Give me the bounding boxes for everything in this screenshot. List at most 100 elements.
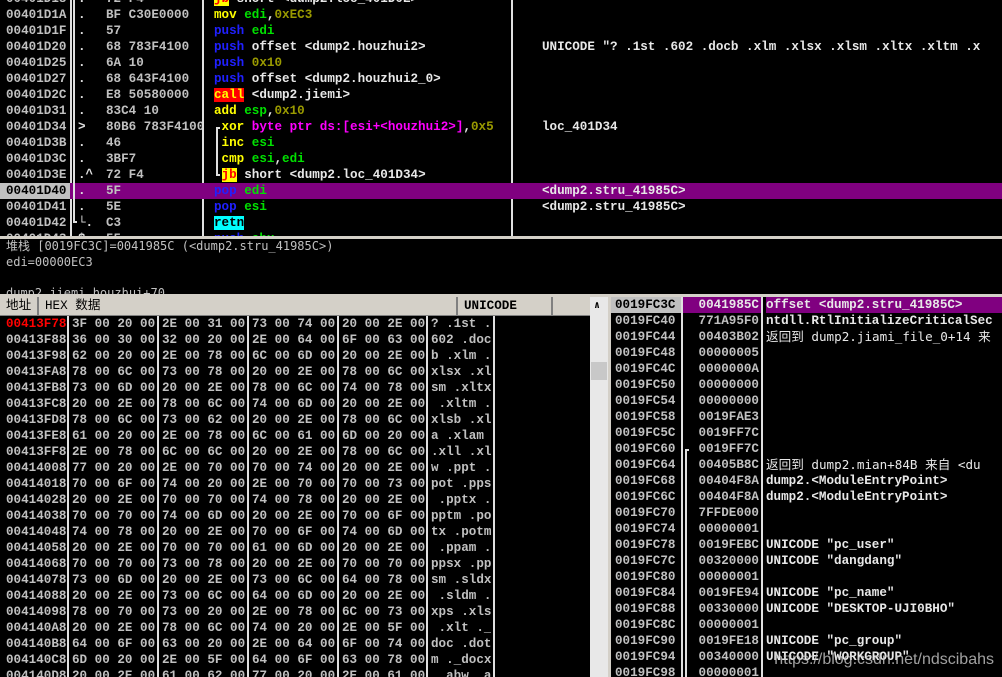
stack-row[interactable]: 0019FC5C 0019FF7C <box>611 425 1002 441</box>
disasm-row[interactable]: 00401D3E .^ 72 F4 jb short <dump2.loc_401D… <box>0 167 1002 183</box>
dump-row[interactable]: 00414008 77 00 20 00 2E 00 70 00 70 00 74 0… <box>0 460 590 476</box>
stack-value: 00320000 <box>698 554 759 568</box>
dump-row[interactable]: 00413FD8 78 00 6C 00 73 00 62 00 20 00 2E 0… <box>0 412 590 428</box>
disasm-row[interactable]: 00401D27. 68 643F4100 push offset <dump2.h… <box>0 71 1002 87</box>
dump-row[interactable]: 00413FE8 61 00 20 00 2E 00 78 00 6C 00 61 0… <box>0 428 590 444</box>
dump-row[interactable]: 00414048 74 00 78 00 20 00 2E 00 70 00 6F 0… <box>0 524 590 540</box>
dump-pane[interactable]: 地址 HEX 数据 UNICODE ∧ 00413F78 3F 00 20 00 2… <box>0 297 608 677</box>
disasm-row[interactable]: 00401D3C. 3BF7 cmp esi,edi <box>0 151 1002 167</box>
dump-row[interactable]: 00414018 70 00 6F 00 74 00 20 00 2E 00 70 0… <box>0 476 590 492</box>
column-header-hex[interactable]: HEX 数据 <box>39 297 458 316</box>
dump-row[interactable]: 00413F78 3F 00 20 00 2E 00 31 00 73 00 74 0… <box>0 316 590 332</box>
hex-group: 74 00 6D 00 <box>342 525 426 539</box>
dump-row[interactable]: 00414028 20 00 2E 00 70 00 70 00 74 00 78 0… <box>0 492 590 508</box>
column-header-address[interactable]: 地址 <box>0 297 39 316</box>
hex-group: 20 00 2E 00 <box>342 317 426 331</box>
hex-group: 70 00 70 00 <box>342 557 426 571</box>
dump-row[interactable]: 004140A8 20 00 2E 00 78 00 6C 00 74 00 20 0… <box>0 620 590 636</box>
stack-row[interactable]: 0019FC50 00000000 <box>611 377 1002 393</box>
dump-row[interactable]: 00414098 78 00 70 00 73 00 20 00 2E 00 78 0… <box>0 604 590 620</box>
stack-row[interactable]: 0019FC78 0019FEBC UNICODE "pc_user" <box>611 537 1002 553</box>
hex-group: 6F 00 74 00 <box>342 637 426 651</box>
stack-row[interactable]: 0019FC70 7FFDE000 <box>611 505 1002 521</box>
stack-row[interactable]: 0019FC68 00404F8A dump2.<ModuleEntryPoint> <box>611 473 1002 489</box>
stack-row[interactable]: 0019FC64 00405B8C 返回到 dump2.mian+84B 来自 <d… <box>611 457 1002 473</box>
jump-marker: . <box>78 88 86 102</box>
unicode-text: xps .xls <box>431 605 492 619</box>
disasm-row[interactable]: 00401D25. 6A 10 push 0x10 <box>0 55 1002 71</box>
info-line: 堆栈 [0019FC3C]=0041985C (<dump2.stru_4198… <box>6 239 334 253</box>
stack-frame-bracket-icon <box>685 449 689 677</box>
dump-row[interactable]: 00413FA8 78 00 6C 00 73 00 78 00 20 00 2E 0… <box>0 364 590 380</box>
column-header-unicode[interactable]: UNICODE <box>458 297 553 316</box>
stack-row[interactable]: 0019FC88 00330000 UNICODE "DESKTOP-UJI0BHO… <box>611 601 1002 617</box>
stack-row[interactable]: 0019FC80 00000001 <box>611 569 1002 585</box>
stack-row[interactable]: 0019FC44 00403B02 返回到 dump2.jiami_file_0+1… <box>611 329 1002 345</box>
dump-scrollbar[interactable]: ∧ <box>590 297 608 677</box>
scroll-up-arrow-icon[interactable]: ∧ <box>594 300 600 312</box>
disasm-row[interactable]: 00401D42 └. C3 retn <box>0 215 1002 231</box>
hex-group: 64 00 78 00 <box>342 573 426 587</box>
dump-row[interactable]: 004140D8 20 00 2E 00 61 00 62 00 77 00 20 0… <box>0 668 590 677</box>
dump-row[interactable]: 00414078 73 00 6D 00 20 00 2E 00 73 00 6C 0… <box>0 572 590 588</box>
dump-address: 00413FF8 <box>6 445 67 459</box>
hex-group: 20 00 2E 00 <box>342 493 426 507</box>
dump-row[interactable]: 00413FB8 73 00 6D 00 20 00 2E 00 78 00 6C 0… <box>0 380 590 396</box>
disasm-row[interactable]: 00401D40. 5F pop edi <dump2.stru_41985C> <box>0 183 1002 199</box>
stack-address: 0019FC74 <box>615 522 676 536</box>
disasm-row[interactable]: 00401D41. 5E pop esi <dump2.stru_41985C> <box>0 199 1002 215</box>
stack-row[interactable]: 0019FC58 0019FAE3 <box>611 409 1002 425</box>
dump-row[interactable]: 00414088 20 00 2E 00 73 00 6C 00 64 00 6D 0… <box>0 588 590 604</box>
dump-row[interactable]: 00414058 20 00 2E 00 70 00 70 00 61 00 6D 0… <box>0 540 590 556</box>
unicode-text: sm .sldx <box>431 573 492 587</box>
scrollbar-thumb[interactable] <box>591 362 607 380</box>
disasm-row[interactable]: 00401D31. 83C4 10 add esp,0x10 <box>0 103 1002 119</box>
hex-group: 70 00 70 00 <box>162 493 246 507</box>
stack-row[interactable]: 0019FC6C 00404F8A dump2.<ModuleEntryPoint> <box>611 489 1002 505</box>
hex-group: 32 00 20 00 <box>162 333 246 347</box>
stack-row[interactable]: 0019FC4C 0000000A <box>611 361 1002 377</box>
disasm-row[interactable]: 00401D3B. 46 inc esi <box>0 135 1002 151</box>
instruction-comment: <dump2.stru_41985C> <box>542 184 686 198</box>
disasm-row[interactable]: 00401D2C. E8 50580000 call <dump2.jiemi> <box>0 87 1002 103</box>
dump-row[interactable]: 00413F98 62 00 20 00 2E 00 78 00 6C 00 6D 0… <box>0 348 590 364</box>
stack-row[interactable]: 0019FC3C 0041985C offset <dump2.stru_41985… <box>611 297 1002 313</box>
stack-row[interactable]: 0019FC90 0019FE18 UNICODE "pc_group" <box>611 633 1002 649</box>
disasm-row[interactable]: 00401D20. 68 783F4100 push offset <dump2.h… <box>0 39 1002 55</box>
stack-row[interactable]: 0019FC60 0019FF7C <box>611 441 1002 457</box>
dump-row[interactable]: 00413FF8 2E 00 78 00 6C 00 6C 00 20 00 2E 0… <box>0 444 590 460</box>
hex-group: 20 00 2E 00 <box>72 669 156 677</box>
stack-row[interactable]: 0019FC74 00000001 <box>611 521 1002 537</box>
dump-row[interactable]: 00413F88 36 00 30 00 32 00 20 00 2E 00 64 0… <box>0 332 590 348</box>
instruction-bytes: E8 50580000 <box>106 88 190 102</box>
instruction-token: 0x10 <box>244 56 283 70</box>
hex-group: 73 00 78 00 <box>162 557 246 571</box>
hex-group: 74 00 20 00 <box>162 477 246 491</box>
instruction-token: edi <box>282 152 305 166</box>
dump-row[interactable]: 00414038 70 00 70 00 74 00 6D 00 20 00 2E 0… <box>0 508 590 524</box>
instruction-address: 00401D2C <box>6 88 67 102</box>
stack-row[interactable]: 0019FC7C 00320000 UNICODE "dangdang" <box>611 553 1002 569</box>
stack-row[interactable]: 0019FC54 00000000 <box>611 393 1002 409</box>
dump-row[interactable]: 004140B8 64 00 6F 00 63 00 20 00 2E 00 64 0… <box>0 636 590 652</box>
hex-group: 70 00 70 00 <box>72 557 156 571</box>
disasm-row[interactable]: 00401D18 .^ 72 F4 jb short <dump2.loc_401D0… <box>0 0 1002 7</box>
instruction-text: inc esi <box>214 135 510 151</box>
stack-row[interactable]: 0019FC48 00000005 <box>611 345 1002 361</box>
disasm-row[interactable]: 00401D1A. BF C30E0000 mov edi,0xEC3 <box>0 7 1002 23</box>
stack-pane[interactable]: 0019FC3C 0041985C offset <dump2.stru_41985… <box>611 297 1002 677</box>
dump-row[interactable]: 004140C8 6D 00 20 00 2E 00 5F 00 64 00 6F 0… <box>0 652 590 668</box>
stack-row[interactable]: 0019FC8C 00000001 <box>611 617 1002 633</box>
stack-address: 0019FC6C <box>615 490 676 504</box>
disassembly-pane[interactable]: 00401D18 .^ 72 F4 jb short <dump2.loc_401D0… <box>0 0 1002 236</box>
stack-row[interactable]: 0019FC40 771A95F0 ntdll.RtlInitializeCriti… <box>611 313 1002 329</box>
disasm-row[interactable]: 00401D1F. 57 push edi <box>0 23 1002 39</box>
dump-row[interactable]: 00414068 70 00 70 00 73 00 78 00 20 00 2E 0… <box>0 556 590 572</box>
disasm-row[interactable]: 00401D34 >80B6 783F4100 xor byte ptr ds:[… <box>0 119 1002 135</box>
stack-comment: UNICODE "pc_user" <box>766 538 895 552</box>
dump-row[interactable]: 00413FC8 20 00 2E 00 78 00 6C 00 74 00 6D 0… <box>0 396 590 412</box>
instruction-token: call <box>214 88 245 102</box>
stack-row[interactable]: 0019FC84 0019FE94 UNICODE "pc_name" <box>611 585 1002 601</box>
stack-address: 0019FC50 <box>615 378 676 392</box>
instruction-token: push <box>214 40 245 54</box>
